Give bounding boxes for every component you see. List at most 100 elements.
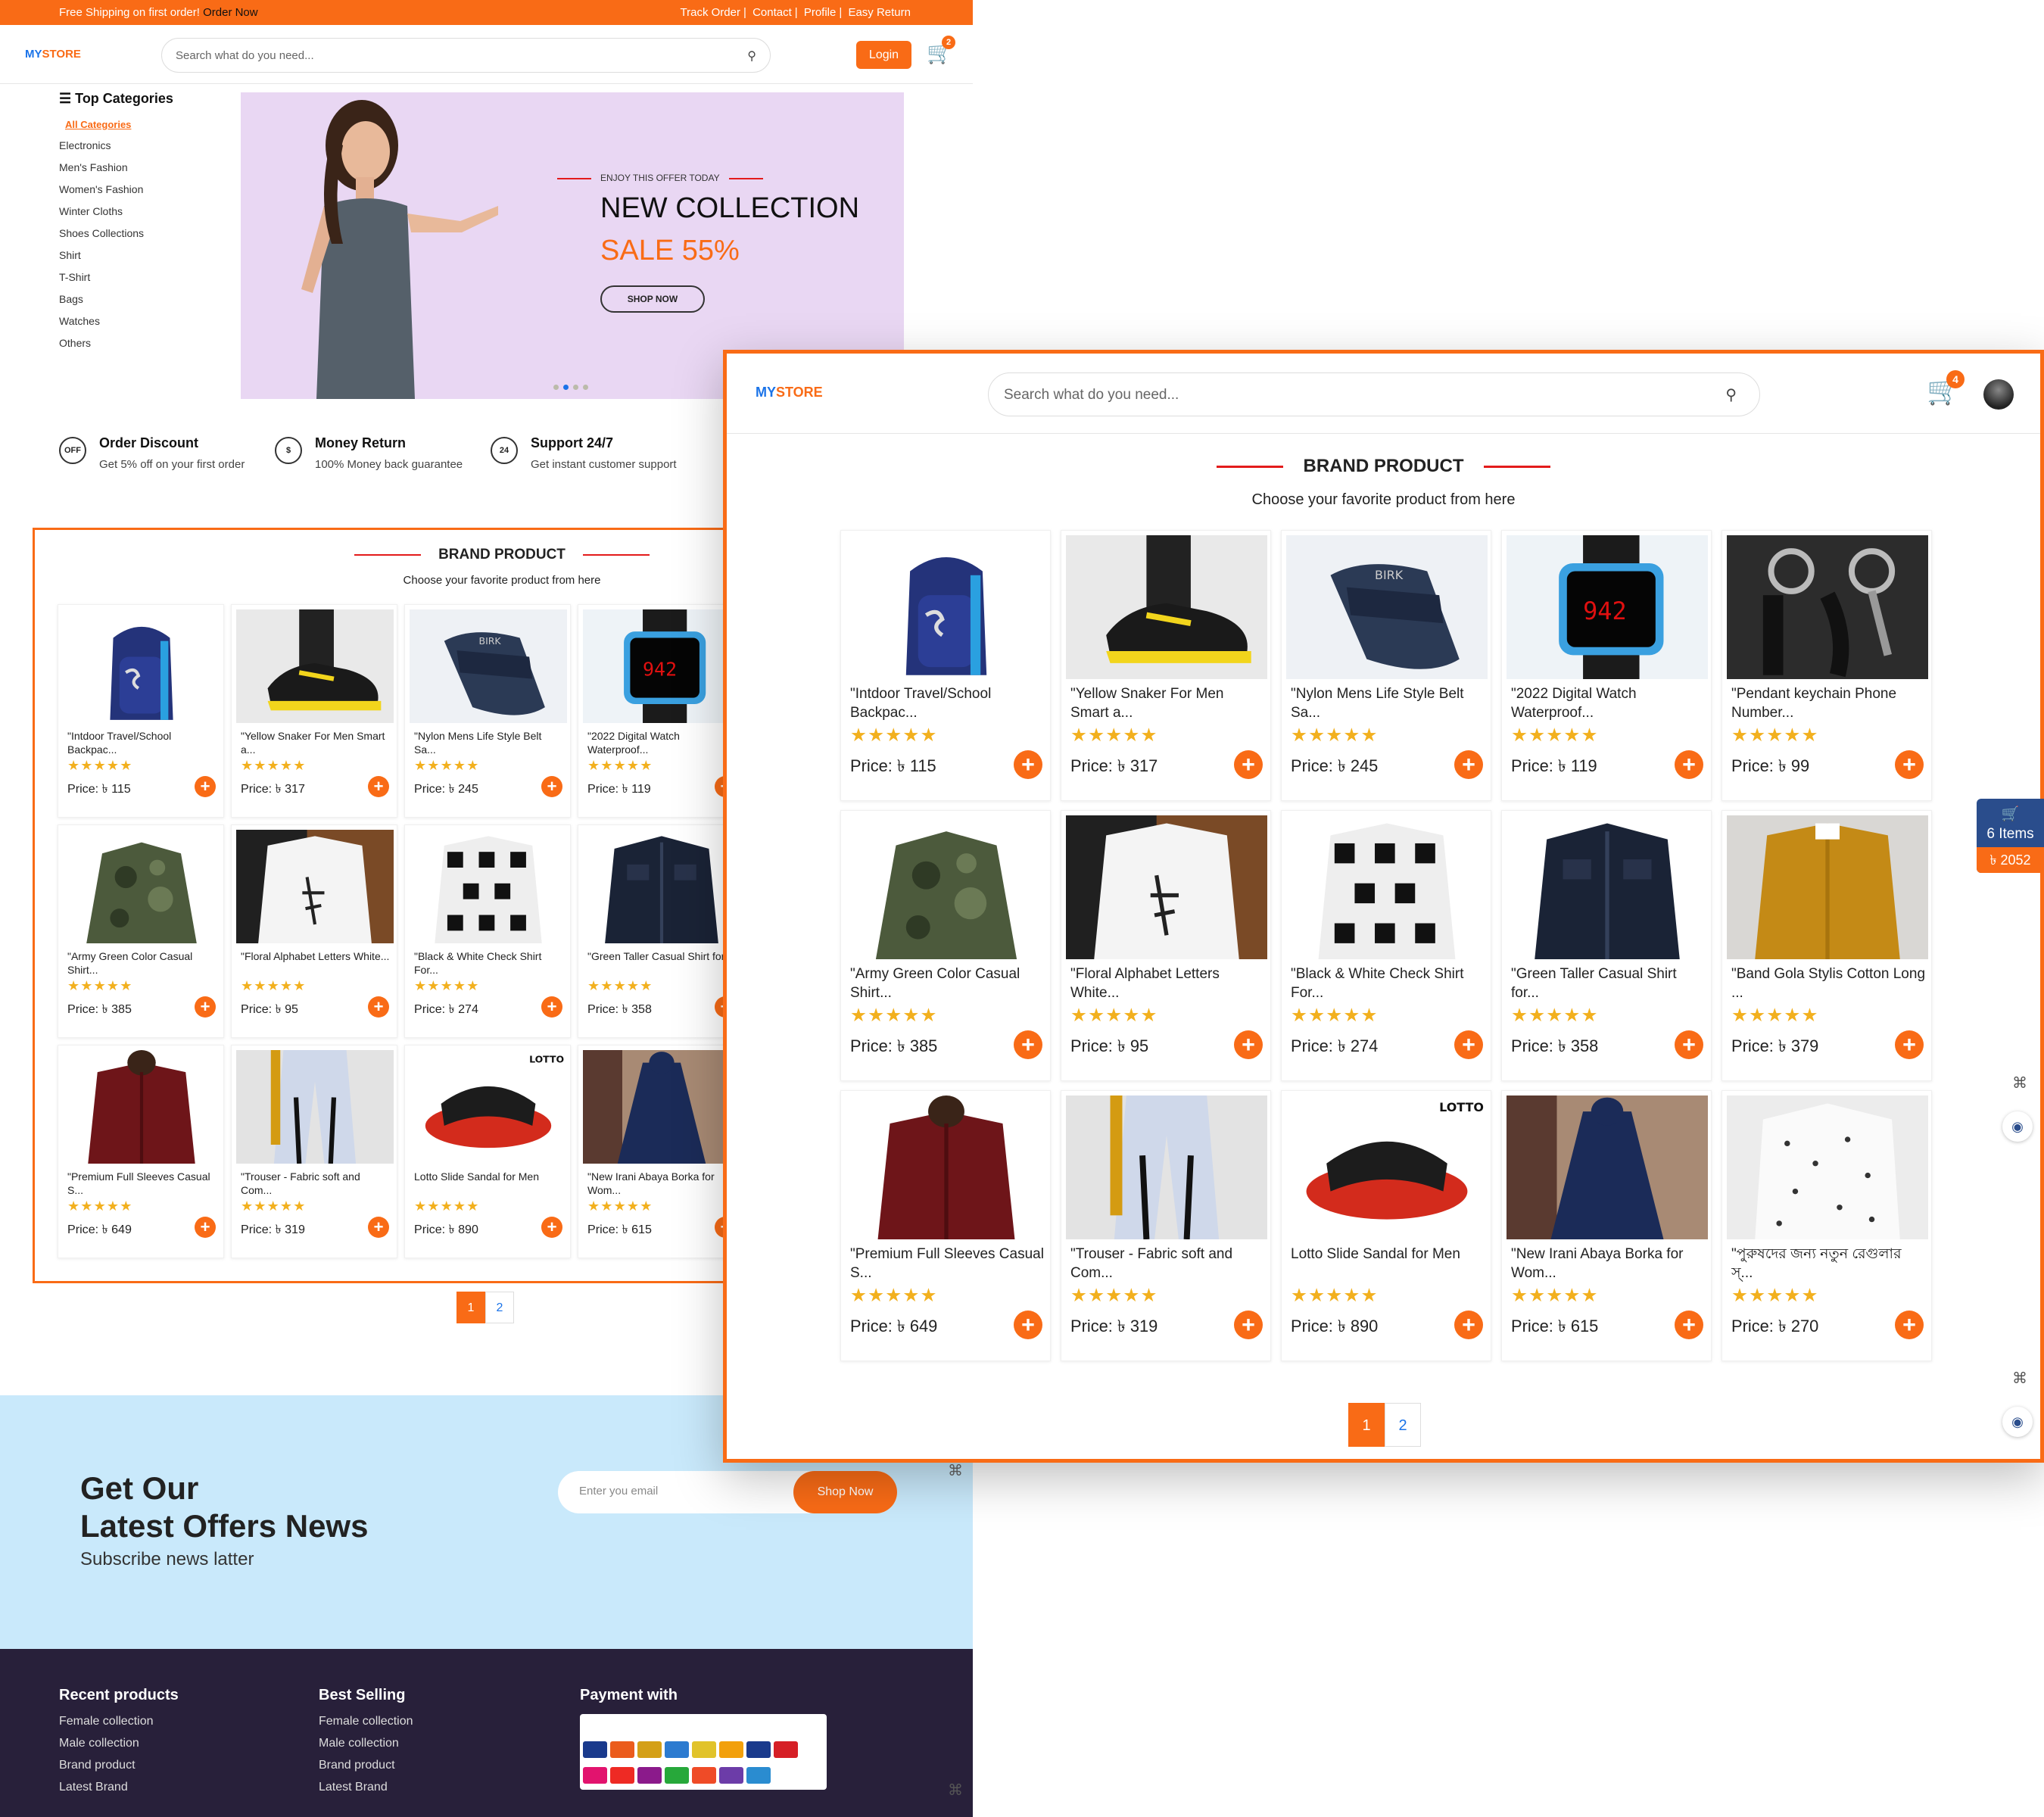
product-card[interactable]: "Trouser - Fabric soft and Com... ★★★★★ Pr… [231,1045,397,1258]
product-name[interactable]: "Band Gola Stylis Cotton Long ... [1731,965,1927,1002]
product-card[interactable]: "Army Green Color Casual Shirt... ★★★★★ Pr… [840,810,1051,1081]
product-name[interactable]: "Green Taller Casual Shirt for... [1511,965,1706,1002]
add-to-cart-button[interactable]: + [1014,1311,1042,1339]
carousel-dot[interactable] [573,385,578,390]
product-name[interactable]: "Intdoor Travel/School Backpac... [850,685,1045,722]
add-to-cart-button[interactable]: + [1014,1030,1042,1059]
product-card[interactable]: "Yellow Snaker For Men Smart a... ★★★★★ Pr… [1061,530,1271,801]
product-card[interactable]: LOTTO Lotto Slide Sandal for Men ★★★★★ Pric… [404,1045,571,1258]
category-item[interactable]: Winter Cloths [59,205,226,227]
product-image[interactable] [1066,1095,1267,1239]
product-card[interactable]: "Pendant keychain Phone Number... ★★★★★ Pr… [1722,530,1932,801]
footer-link[interactable]: Latest Brand [59,1781,179,1803]
product-card[interactable]: "Army Green Color Casual Shirt... ★★★★★ Pr… [58,824,224,1038]
subscribe-button[interactable]: Shop Now [793,1471,897,1513]
product-name[interactable]: "Yellow Snaker For Men Smart a... [241,729,392,756]
add-to-cart-button[interactable]: + [368,996,389,1018]
product-name[interactable]: "Nylon Mens Life Style Belt Sa... [1291,685,1486,722]
product-image[interactable] [1286,815,1488,959]
avatar[interactable] [1983,379,2014,410]
add-to-cart-button[interactable]: + [1675,1030,1703,1059]
add-to-cart-button[interactable]: + [1454,1030,1483,1059]
add-to-cart-button[interactable]: + [1234,1311,1263,1339]
page-2-button[interactable]: 2 [485,1292,514,1323]
product-card[interactable]: 942 "2022 Digital Watch Waterproof... ★★★★… [578,604,744,818]
footer-link[interactable]: Brand product [319,1759,413,1781]
product-name[interactable]: Lotto Slide Sandal for Men [1291,1245,1486,1282]
product-image[interactable] [1066,535,1267,679]
product-card[interactable]: "Black & White Check Shirt For... ★★★★★ Pr… [1281,810,1491,1081]
product-card[interactable]: "Yellow Snaker For Men Smart a... ★★★★★ Pr… [231,604,397,818]
contact-link[interactable]: Contact [752,6,792,19]
chat-bot-icon[interactable]: ◉ [2002,1407,2033,1437]
product-image[interactable] [236,830,394,943]
product-card[interactable]: "New Irani Abaya Borka for Wom... ★★★★★ Pr… [1501,1090,1712,1361]
product-card[interactable]: "Band Gola Stylis Cotton Long ... ★★★★★ Pr… [1722,810,1932,1081]
product-card[interactable]: "Floral Alphabet Letters White... ★★★★★ Pr… [231,824,397,1038]
product-image[interactable]: 942 [583,609,740,723]
product-image[interactable] [1507,815,1708,959]
floating-cart[interactable]: 🛒 6 Items ৳ 2052 [1977,799,2044,873]
carousel-dot[interactable] [553,385,559,390]
category-item[interactable]: T-Shirt [59,271,226,293]
product-image[interactable] [63,609,220,723]
product-name[interactable]: "Green Taller Casual Shirt for... [587,949,739,977]
add-to-cart-button[interactable]: + [368,1217,389,1238]
category-item[interactable]: Others [59,337,226,359]
apps-icon[interactable]: ⌘ [948,1461,963,1480]
add-to-cart-button[interactable]: + [1895,1311,1924,1339]
footer-link[interactable]: Latest Brand [319,1781,413,1803]
add-to-cart-button[interactable]: + [1454,750,1483,779]
add-to-cart-button[interactable]: + [368,776,389,797]
search-input[interactable]: Search what do you need... ⚲ [988,372,1760,416]
product-card[interactable]: "Intdoor Travel/School Backpac... ★★★★★ Pr… [58,604,224,818]
product-image[interactable] [236,1050,394,1164]
product-card[interactable]: "Intdoor Travel/School Backpac... ★★★★★ Pr… [840,530,1051,801]
product-image[interactable]: LOTTO [1286,1095,1488,1239]
product-card[interactable]: "Premium Full Sleeves Casual S... ★★★★★ Pr… [58,1045,224,1258]
add-to-cart-button[interactable]: + [1895,1030,1924,1059]
add-to-cart-button[interactable]: + [1675,1311,1703,1339]
add-to-cart-button[interactable]: + [195,776,216,797]
product-image[interactable] [1066,815,1267,959]
logo[interactable]: MYSTORE [756,385,823,400]
product-card[interactable]: BIRK "Nylon Mens Life Style Belt Sa... ★★★… [1281,530,1491,801]
easy-return-link[interactable]: Easy Return [848,6,911,19]
login-button[interactable]: Login [856,41,911,69]
all-categories-link[interactable]: All Categories [65,119,226,130]
category-item[interactable]: Shirt [59,249,226,271]
product-image[interactable]: BIRK [1286,535,1488,679]
apps-icon[interactable]: ⌘ [2012,1369,2027,1388]
page-1-button[interactable]: 1 [456,1292,485,1323]
add-to-cart-button[interactable]: + [195,996,216,1018]
category-item[interactable]: Women's Fashion [59,183,226,205]
logo[interactable]: MYSTORE [25,48,81,61]
carousel-dot[interactable] [583,385,588,390]
product-image[interactable] [1727,815,1928,959]
product-image[interactable] [583,1050,740,1164]
product-card[interactable]: 942 "2022 Digital Watch Waterproof... ★★★★… [1501,530,1712,801]
product-card[interactable]: "Green Taller Casual Shirt for... ★★★★★ Pr… [1501,810,1712,1081]
product-image[interactable] [236,609,394,723]
product-card[interactable]: BIRK "Nylon Mens Life Style Belt Sa... ★★★… [404,604,571,818]
product-image[interactable] [846,815,1047,959]
product-name[interactable]: "Black & White Check Shirt For... [414,949,566,977]
product-image[interactable] [63,1050,220,1164]
add-to-cart-button[interactable]: + [1895,750,1924,779]
product-image[interactable] [846,1095,1047,1239]
category-item[interactable]: Shoes Collections [59,227,226,249]
shop-now-button[interactable]: SHOP NOW [600,285,705,313]
product-card[interactable]: "Floral Alphabet Letters White... ★★★★★ Pr… [1061,810,1271,1081]
product-card[interactable]: "New Irani Abaya Borka for Wom... ★★★★★ Pr… [578,1045,744,1258]
product-name[interactable]: "Intdoor Travel/School Backpac... [67,729,219,756]
product-name[interactable]: "New Irani Abaya Borka for Wom... [1511,1245,1706,1282]
product-name[interactable]: "Pendant keychain Phone Number... [1731,685,1927,722]
search-icon[interactable]: ⚲ [747,48,756,64]
product-image[interactable]: BIRK [410,609,567,723]
product-name[interactable]: "Premium Full Sleeves Casual S... [850,1245,1045,1282]
product-card[interactable]: LOTTO Lotto Slide Sandal for Men ★★★★★ Pric… [1281,1090,1491,1361]
product-name[interactable]: "পুরুষদের জন্য নতুন রেগুলার স্... [1731,1245,1927,1282]
add-to-cart-button[interactable]: + [195,1217,216,1238]
product-name[interactable]: "Nylon Mens Life Style Belt Sa... [414,729,566,756]
add-to-cart-button[interactable]: + [541,996,562,1018]
